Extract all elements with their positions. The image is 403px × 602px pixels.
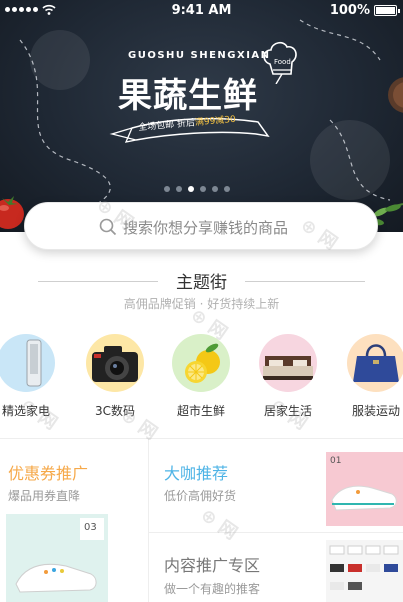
category-label: 居家生活 <box>263 404 312 418</box>
coupon-title: 优惠券推广 <box>8 464 89 483</box>
search-bar[interactable]: 搜索你想分享赚钱的商品 <box>24 202 378 250</box>
grid-divider-top <box>0 438 403 439</box>
category-appliances[interactable]: 精选家电 <box>0 334 66 419</box>
coupon-subtitle: 爆品用券直降 <box>8 489 81 503</box>
carousel-dot[interactable] <box>188 186 194 192</box>
category-home[interactable]: 居家生活 <box>248 334 328 419</box>
category-fresh[interactable]: 超市生鲜 <box>161 334 241 419</box>
watermark: ⊕ 网 <box>196 504 241 545</box>
hero-pinyin: GUOSHU SHENGXIAN <box>128 50 271 61</box>
battery-icon <box>374 5 400 16</box>
ribbon-after-discount: 折后 <box>173 118 196 131</box>
cafe-badge: 01 <box>330 456 342 466</box>
section-subtitle: 高佣品牌促销 · 好货持续上新 <box>123 297 280 311</box>
category-digital[interactable]: 3C数码 <box>75 334 155 419</box>
carousel-dots[interactable] <box>164 186 230 192</box>
hero-banner[interactable]: 9:41 AM 100% GUOSHU SHENGXIAN 果蔬生鲜 Food … <box>0 0 403 232</box>
grid-divider-middle <box>149 532 403 533</box>
category-label: 3C数码 <box>94 404 135 418</box>
content-subtitle: 做一个有趣的推客 <box>164 582 261 596</box>
category-label: 超市生鲜 <box>176 404 225 418</box>
category-apparel[interactable]: 服装运动 <box>336 334 403 419</box>
content-title: 内容推广专区 <box>164 556 261 575</box>
lemon-icon <box>172 334 230 392</box>
shoe-image: 03 <box>6 514 108 602</box>
handbag-icon <box>347 334 403 392</box>
status-bar: 9:41 AM 100% <box>0 0 403 22</box>
carousel-dot[interactable] <box>212 186 218 192</box>
battery-percent: 100% <box>329 3 370 18</box>
cafe-title: 大咖推荐 <box>164 464 229 483</box>
svg-text:Food: Food <box>274 58 291 66</box>
sneaker-image: 01 <box>326 452 403 526</box>
carousel-dot[interactable] <box>164 186 170 192</box>
search-icon <box>99 218 117 236</box>
shoe-collection-image <box>326 540 403 602</box>
carousel-dot[interactable] <box>224 186 230 192</box>
carousel-dot[interactable] <box>200 186 206 192</box>
cafe-subtitle: 低价高佣好货 <box>164 489 237 503</box>
camera-icon <box>86 334 144 392</box>
category-label: 精选家电 <box>1 404 50 418</box>
search-placeholder[interactable]: 搜索你想分享赚钱的商品 <box>123 217 288 238</box>
hero-title: 果蔬生鲜 <box>118 76 258 116</box>
section-title: 主题街 <box>176 273 227 293</box>
carousel-dot[interactable] <box>176 186 182 192</box>
grid-divider-vertical <box>148 438 149 602</box>
appliance-icon <box>0 334 55 392</box>
category-label: 服装运动 <box>351 404 400 418</box>
coupon-badge: 03 <box>84 522 97 533</box>
bowl-icon <box>388 77 403 113</box>
bed-icon <box>259 334 317 392</box>
chef-hat-icon: Food <box>263 41 297 84</box>
